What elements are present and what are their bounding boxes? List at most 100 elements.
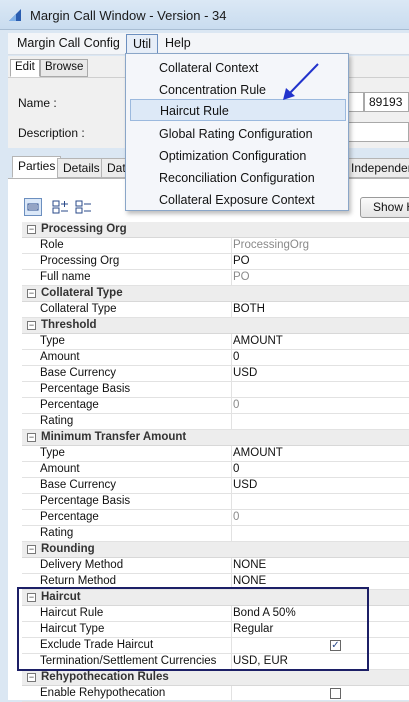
property-label: Rating [40,415,74,427]
property-label: Delivery Method [40,559,124,571]
section-title: Rehypothecation Rules [41,671,169,683]
property-row: Type AMOUNT [22,446,409,462]
property-row: Rating [22,526,409,542]
property-value[interactable] [231,494,409,510]
description-label: Description : [18,126,85,140]
property-label: Full name [40,271,91,283]
property-row: Amount 0 [22,350,409,366]
property-label: Percentage Basis [40,383,131,395]
property-row: Role ProcessingOrg [22,238,409,254]
property-label: Type [40,447,65,459]
property-value[interactable]: USD [231,478,409,494]
id-field[interactable]: 89193 [364,92,409,112]
property-row: Percentage 0 [22,398,409,414]
tab-details[interactable]: Details [57,158,106,178]
menu-item-optimization-configuration[interactable]: Optimization Configuration [126,145,348,167]
section-header[interactable]: − Collateral Type [22,286,409,302]
property-row: Collateral Type BOTH [22,302,409,318]
section-title: Minimum Transfer Amount [41,431,187,443]
collapse-all-icon[interactable] [75,198,93,216]
section-header[interactable]: − Rehypothecation Rules [22,670,409,686]
collapse-toggle-icon[interactable]: − [27,289,36,298]
property-value[interactable]: 0 [231,462,409,478]
checkbox[interactable] [330,688,341,699]
property-value[interactable]: AMOUNT [231,446,409,462]
property-label: Enable Rehypothecation [40,687,166,699]
property-label: Percentage Basis [40,495,131,507]
property-row: Delivery Method NONE [22,558,409,574]
annotation-rectangle [17,587,369,671]
id-value: 89193 [369,95,403,109]
property-value[interactable] [231,526,409,542]
section-title: Threshold [41,319,97,331]
title-bar: Margin Call Window - Version - 34 [0,0,409,30]
collapse-toggle-icon[interactable]: − [27,433,36,442]
tab-browse[interactable]: Browse [40,59,89,77]
property-row: Percentage Basis [22,494,409,510]
name-label: Name : [18,96,57,110]
section-title: Collateral Type [41,287,123,299]
collapse-toggle-icon[interactable]: − [27,321,36,330]
property-label: Amount [40,463,80,475]
menu-util[interactable]: Util [126,34,159,54]
view-toggle-icon[interactable] [24,198,42,216]
name-field[interactable] [348,92,364,112]
property-row: Amount 0 [22,462,409,478]
collapse-toggle-icon[interactable]: − [27,673,36,682]
property-row: Percentage Basis [22,382,409,398]
description-field[interactable] [348,122,409,142]
show-button[interactable]: Show H [360,197,409,218]
property-row: Percentage 0 [22,510,409,526]
tab-parties[interactable]: Parties [12,156,62,178]
window-title: Margin Call Window - Version - 34 [30,8,227,23]
property-value[interactable]: AMOUNT [231,334,409,350]
property-value[interactable] [231,414,409,430]
property-value: ProcessingOrg [231,238,409,254]
property-label: Collateral Type [40,303,117,315]
app-icon [9,9,21,21]
property-row: Base Currency USD [22,366,409,382]
property-value: 0 [231,398,409,414]
property-row: Type AMOUNT [22,334,409,350]
property-label: Type [40,335,65,347]
tab-date[interactable]: Date [101,158,126,178]
property-row: Processing Org PO [22,254,409,270]
property-label: Percentage [40,511,99,523]
property-label: Amount [40,351,80,363]
property-label: Base Currency [40,367,117,379]
property-row: Rating [22,414,409,430]
section-title: Processing Org [41,223,127,235]
menu-item-reconciliation-configuration[interactable]: Reconciliation Configuration [126,167,348,189]
property-label: Processing Org [40,255,120,267]
property-value[interactable]: NONE [231,558,409,574]
property-label: Role [40,239,64,251]
property-value: 0 [231,510,409,526]
property-value[interactable]: USD [231,366,409,382]
menu-margin-call-config[interactable]: Margin Call Config [11,34,126,54]
property-value[interactable] [231,382,409,398]
property-label: Rating [40,527,74,539]
property-value[interactable]: PO [231,254,409,270]
section-header[interactable]: − Minimum Transfer Amount [22,430,409,446]
section-header[interactable]: − Processing Org [22,222,409,238]
property-value[interactable]: 0 [231,350,409,366]
property-value: PO [231,270,409,286]
menu-item-global-rating-configuration[interactable]: Global Rating Configuration [126,123,348,145]
menu-bar: Margin Call Config Util Help [8,33,409,55]
tab-independent[interactable]: Independent [345,158,409,178]
collapse-toggle-icon[interactable]: − [27,545,36,554]
property-row: Full name PO [22,270,409,286]
property-value[interactable]: BOTH [231,302,409,318]
expand-all-icon[interactable] [52,198,70,216]
menu-item-collateral-exposure-context[interactable]: Collateral Exposure Context [126,189,348,211]
section-header[interactable]: − Rounding [22,542,409,558]
property-label: Percentage [40,399,99,411]
annotation-arrow-icon [283,63,319,100]
section-title: Rounding [41,543,95,555]
collapse-toggle-icon[interactable]: − [27,225,36,234]
property-label: Base Currency [40,479,117,491]
tab-edit[interactable]: Edit [10,59,40,77]
section-header[interactable]: − Threshold [22,318,409,334]
menu-help[interactable]: Help [159,34,197,54]
property-row: Base Currency USD [22,478,409,494]
